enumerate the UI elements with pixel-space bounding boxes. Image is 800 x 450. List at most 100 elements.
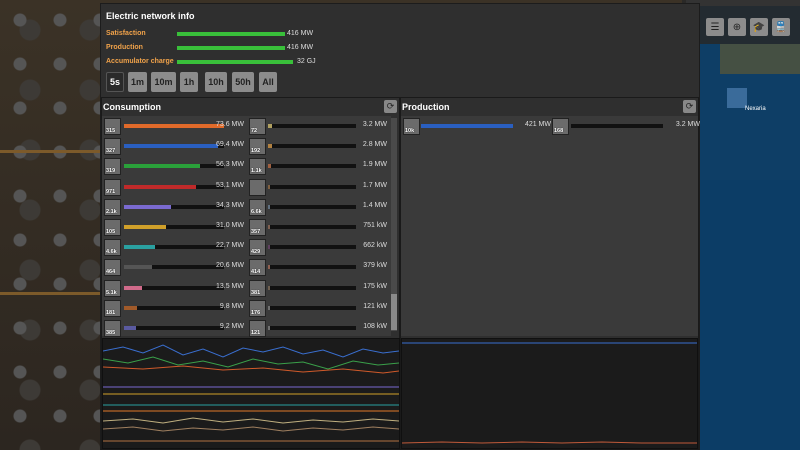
consumption-left-row[interactable]: 4.6k 22.7 MW <box>104 239 254 257</box>
gun-turret-icon: 357 <box>249 219 266 236</box>
consumption-right-row[interactable]: 72 3.2 MW <box>249 118 399 136</box>
time-range-button-5s[interactable]: 5s <box>106 72 124 92</box>
usage-bar <box>268 164 356 169</box>
entity-count: 1.1k <box>251 168 262 175</box>
consumption-left-row[interactable]: 971 53.1 MW <box>104 178 254 197</box>
entity-count: 385 <box>106 330 116 336</box>
entity-count: 181 <box>106 309 116 316</box>
power-value: 13.5 MW <box>215 282 244 290</box>
power-value: 34.3 MW <box>215 201 244 209</box>
consumption-scrollbar-thumb[interactable] <box>391 294 397 330</box>
consumption-right-row[interactable]: 381 175 kW <box>249 279 399 298</box>
minimap-landmass <box>720 44 800 74</box>
time-range-button-10h[interactable]: 10h <box>205 72 227 92</box>
consumption-list: 315 73.6 MW 327 69.4 MW 319 56.3 MW 971 53.1 MW… <box>102 116 391 358</box>
usage-bar <box>268 204 356 209</box>
usage-bar <box>268 124 356 128</box>
accumulator-charge-bar <box>177 60 293 64</box>
power-value: 9.2 MW <box>219 323 244 330</box>
consumption-left-row[interactable]: 319 56.3 MW <box>104 158 254 176</box>
consumption-graph <box>102 338 400 449</box>
graph-line-turbine <box>401 441 697 444</box>
usage-bar <box>268 184 356 189</box>
graph-line-misc <box>102 426 400 432</box>
consumption-refresh-button[interactable]: ⟳ <box>384 100 397 113</box>
usage-bar-fill <box>124 184 196 189</box>
consumption-right-row[interactable]: 121 108 kW <box>249 320 399 338</box>
entity-count: 176 <box>251 309 261 316</box>
production-panel: Production ⟳ 10k 421 MW 168 3.2 MW <box>400 97 702 450</box>
train-button[interactable]: 🚆 <box>772 18 790 36</box>
power-value: 69.4 MW <box>215 141 244 149</box>
list-icon: ☰ <box>710 21 720 33</box>
production-row[interactable]: 168 3.2 MW <box>552 118 702 136</box>
entity-count: 5.1k <box>106 289 117 296</box>
consumption-right-row[interactable]: 176 121 kW <box>249 299 399 318</box>
refresh-icon: ⟳ <box>386 101 395 111</box>
power-value: 421 MW <box>524 121 551 128</box>
consumption-left-row[interactable]: 181 9.8 MW <box>104 299 254 318</box>
usage-bar-fill <box>268 265 270 270</box>
consumption-left-row[interactable]: 5.1k 13.5 MW <box>104 279 254 298</box>
steam-turbine-icon: 168 <box>552 118 569 135</box>
production-row[interactable]: 10k 421 MW <box>403 118 553 136</box>
entity-count: 429 <box>251 249 261 256</box>
entity-count: 319 <box>106 168 116 175</box>
time-range-button-1m[interactable]: 1m <box>128 72 147 92</box>
usage-bar-fill <box>124 164 200 169</box>
zoom-in-button[interactable]: ⊕ <box>728 18 746 36</box>
usage-bar-fill <box>268 124 272 128</box>
usage-bar <box>268 144 356 149</box>
graduation-cap-icon: 🎓 <box>752 21 766 33</box>
consumption-right-row[interactable]: 414 379 kW <box>249 259 399 277</box>
graph-line-furnace <box>102 365 400 374</box>
entity-count: 357 <box>251 229 261 235</box>
production-value: 416 MW <box>287 44 314 51</box>
consumption-right-row[interactable]: 6.6k 1.4 MW <box>249 198 399 217</box>
consumption-left-row[interactable]: 315 73.6 MW <box>104 118 254 136</box>
usage-bar-fill <box>268 245 270 250</box>
time-range-button-10m[interactable]: 10m <box>151 72 176 92</box>
consumption-right-row[interactable]: 1.1k 1.9 MW <box>249 158 399 176</box>
electric-furnace-icon: 315 <box>104 118 121 135</box>
consumption-left-row[interactable]: 385 9.2 MW <box>104 320 254 338</box>
consumption-left-row[interactable]: 2.1k 34.3 MW <box>104 198 254 217</box>
time-range-button-All[interactable]: All <box>259 72 277 92</box>
consumption-left-row[interactable]: 327 69.4 MW <box>104 138 254 156</box>
electric-mining-drill-icon <box>249 178 266 196</box>
power-value: 3.2 MW <box>675 121 700 128</box>
consumption-left-row[interactable]: 464 20.6 MW <box>104 259 254 277</box>
consumption-right-row[interactable]: 357 751 kW <box>249 219 399 237</box>
production-refresh-button[interactable]: ⟳ <box>683 100 696 113</box>
consumption-right-row[interactable]: 1.7 MW <box>249 178 399 197</box>
pumpjack-icon: 181 <box>104 299 121 317</box>
time-range-button-1h[interactable]: 1h <box>180 72 198 92</box>
usage-bar <box>571 124 663 128</box>
power-value: 1.7 MW <box>362 181 387 189</box>
research-button[interactable]: 🎓 <box>750 18 768 36</box>
usage-bar-fill <box>124 285 142 290</box>
centrifuge-icon: 464 <box>104 259 121 277</box>
list-view-button[interactable]: ☰ <box>706 18 724 36</box>
power-value: 56.3 MW <box>215 161 244 169</box>
entity-count: 327 <box>106 148 116 155</box>
time-range-button-50h[interactable]: 50h <box>232 72 254 92</box>
refresh-icon: ⟳ <box>685 101 694 111</box>
consumption-left-row[interactable]: 105 31.0 MW <box>104 219 254 237</box>
production-bar-fill <box>177 46 285 50</box>
production-bar <box>177 46 285 50</box>
laser-turret-icon: 429 <box>249 239 266 257</box>
accumulator-charge-label: Accumulator charge <box>106 58 174 65</box>
entity-count: 315 <box>106 128 116 134</box>
solar-panel-icon: 10k <box>403 118 420 135</box>
power-value: 662 kW <box>363 242 387 250</box>
inserter-icon: 2.1k <box>104 198 121 216</box>
consumption-right-row[interactable]: 429 662 kW <box>249 239 399 257</box>
consumption-right-row[interactable]: 192 2.8 MW <box>249 138 399 156</box>
power-value: 1.4 MW <box>362 201 387 209</box>
production-graph-lines <box>401 342 697 444</box>
consumption-scrollbar[interactable] <box>391 118 397 331</box>
minimap-label: Nexaria <box>745 106 766 112</box>
beacon-icon: 319 <box>104 158 121 176</box>
power-value: 108 kW <box>363 323 387 330</box>
